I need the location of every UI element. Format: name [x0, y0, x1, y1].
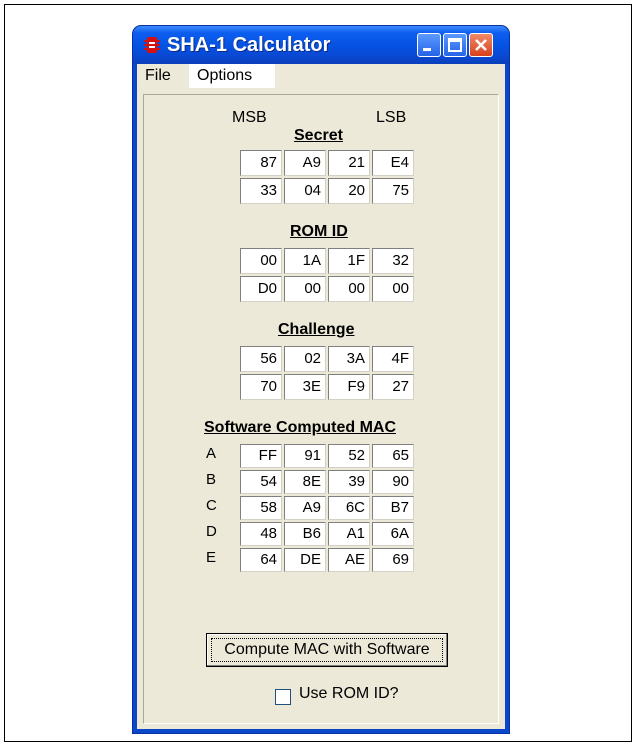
challenge-cell[interactable]: 27: [372, 374, 414, 400]
mac-cell: 39: [328, 470, 370, 494]
secret-cell[interactable]: 04: [284, 178, 326, 204]
red-chip-icon: [144, 37, 160, 53]
main-panel: MSB Secret LSB 87 A9 21 E4 33 04 20 75 R…: [143, 94, 499, 724]
use-rom-id-checkbox[interactable]: [275, 689, 291, 705]
maximize-button[interactable]: [443, 33, 467, 57]
mac-cell: 65: [372, 444, 414, 468]
mac-grid: FF 91 52 65 54 8E 39 90 58 A9 6C B7 48 B…: [238, 443, 414, 573]
rom-id-cell[interactable]: 00: [372, 276, 414, 302]
secret-cell[interactable]: 75: [372, 178, 414, 204]
secret-grid: 87 A9 21 E4 33 04 20 75: [238, 149, 414, 205]
menu-bar: File Options: [137, 64, 505, 88]
mac-row-label: A: [206, 445, 217, 462]
rom-id-cell[interactable]: 1F: [328, 248, 370, 274]
challenge-cell[interactable]: F9: [328, 374, 370, 400]
secret-cell[interactable]: E4: [372, 150, 414, 176]
mac-cell: 58: [240, 496, 282, 520]
secret-title: Secret: [294, 127, 343, 144]
secret-cell[interactable]: A9: [284, 150, 326, 176]
minimize-icon: [423, 48, 431, 51]
challenge-cell[interactable]: 3A: [328, 346, 370, 372]
compute-mac-button[interactable]: Compute MAC with Software: [206, 633, 448, 667]
mac-cell: 6C: [328, 496, 370, 520]
menu-file[interactable]: File: [145, 67, 171, 85]
rom-id-cell[interactable]: 00: [284, 276, 326, 302]
menu-options[interactable]: Options: [189, 64, 275, 88]
mac-cell: FF: [240, 444, 282, 468]
client-area: File Options MSB Secret LSB 87 A9 21 E4 …: [137, 64, 505, 729]
lsb-label: LSB: [376, 109, 407, 126]
mac-cell: A9: [284, 496, 326, 520]
mac-cell: 54: [240, 470, 282, 494]
maximize-icon: [448, 38, 462, 52]
window-title: SHA-1 Calculator: [167, 34, 331, 56]
challenge-cell[interactable]: 3E: [284, 374, 326, 400]
mac-row-label: C: [206, 497, 217, 514]
mac-cell: AE: [328, 548, 370, 572]
challenge-cell[interactable]: 56: [240, 346, 282, 372]
rom-id-cell[interactable]: 00: [328, 276, 370, 302]
mac-cell: 64: [240, 548, 282, 572]
rom-id-cell[interactable]: D0: [240, 276, 282, 302]
rom-id-cell[interactable]: 00: [240, 248, 282, 274]
minimize-button[interactable]: [417, 33, 441, 57]
use-rom-id-label[interactable]: Use ROM ID?: [299, 685, 399, 703]
mac-cell: B7: [372, 496, 414, 520]
mac-row-label: B: [206, 471, 217, 488]
mac-cell: 69: [372, 548, 414, 572]
mac-cell: 48: [240, 522, 282, 546]
mac-cell: 90: [372, 470, 414, 494]
compute-mac-label: Compute MAC with Software: [224, 641, 430, 658]
challenge-title: Challenge: [278, 321, 355, 338]
close-icon: [475, 39, 487, 51]
mac-cell: B6: [284, 522, 326, 546]
mac-cell: 8E: [284, 470, 326, 494]
mac-cell: DE: [284, 548, 326, 572]
secret-cell[interactable]: 33: [240, 178, 282, 204]
msb-label: MSB: [232, 109, 267, 126]
challenge-cell[interactable]: 02: [284, 346, 326, 372]
close-button[interactable]: [469, 33, 493, 57]
mac-title: Software Computed MAC: [204, 419, 396, 436]
mac-cell: 91: [284, 444, 326, 468]
rom-id-title: ROM ID: [290, 223, 348, 240]
app-window: SHA-1 Calculator File Options MSB Secret…: [133, 26, 509, 733]
challenge-grid: 56 02 3A 4F 70 3E F9 27: [238, 345, 414, 401]
secret-cell[interactable]: 21: [328, 150, 370, 176]
mac-cell: 52: [328, 444, 370, 468]
mac-cell: A1: [328, 522, 370, 546]
secret-cell[interactable]: 20: [328, 178, 370, 204]
title-bar[interactable]: SHA-1 Calculator: [133, 26, 509, 64]
rom-id-cell[interactable]: 32: [372, 248, 414, 274]
rom-id-grid: 00 1A 1F 32 D0 00 00 00: [238, 247, 414, 303]
rom-id-cell[interactable]: 1A: [284, 248, 326, 274]
secret-cell[interactable]: 87: [240, 150, 282, 176]
mac-cell: 6A: [372, 522, 414, 546]
challenge-cell[interactable]: 4F: [372, 346, 414, 372]
mac-row-label: D: [206, 523, 217, 540]
mac-row-label: E: [206, 549, 217, 566]
challenge-cell[interactable]: 70: [240, 374, 282, 400]
